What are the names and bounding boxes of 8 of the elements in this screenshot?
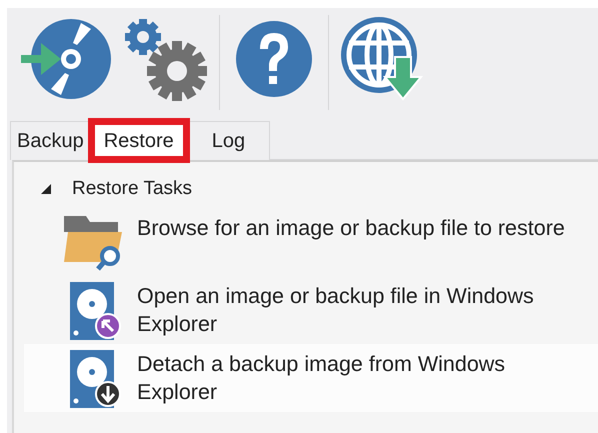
task-item[interactable]: Open an image or backup file in Windows Explorer <box>24 276 598 344</box>
task-item[interactable]: Detach a backup image from Windows Explorer <box>24 344 598 412</box>
group-title: Restore Tasks <box>72 178 192 200</box>
collapse-triangle-icon[interactable] <box>40 183 52 195</box>
task-item[interactable]: Browse for an image or backup file to restore <box>24 208 598 276</box>
tab[interactable]: Backup <box>10 121 91 160</box>
folder-search-icon <box>62 214 124 272</box>
tab[interactable]: Restore <box>90 121 187 160</box>
